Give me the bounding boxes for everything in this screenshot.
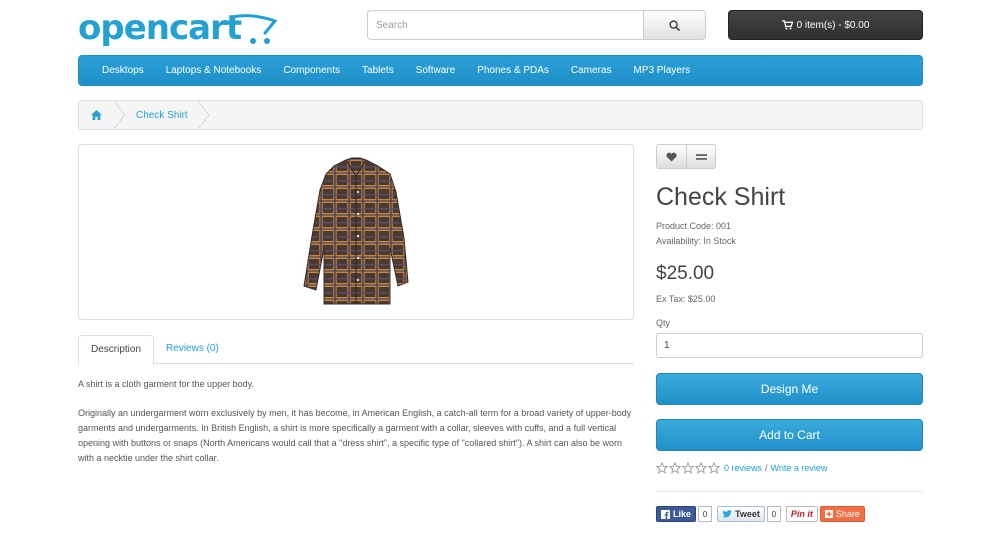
menu-item-components[interactable]: Components <box>272 55 351 86</box>
menu-item-cameras[interactable]: Cameras <box>560 55 623 86</box>
site-logo[interactable]: opencart <box>78 8 278 48</box>
compare-button[interactable] <box>686 144 716 169</box>
star-empty-icon <box>695 462 707 474</box>
menu-item-software[interactable]: Software <box>405 55 466 86</box>
product-rating: 0 reviews / Write a review <box>656 462 827 474</box>
qty-label: Qty <box>656 318 671 328</box>
tweet-count: 0 <box>766 506 781 522</box>
menu-item-tablets[interactable]: Tablets <box>351 55 405 86</box>
facebook-icon <box>661 509 670 519</box>
tweet-button[interactable]: Tweet <box>717 506 765 522</box>
menu-item-phones-pdas[interactable]: Phones & PDAs <box>466 55 560 86</box>
product-code: Product Code: 001 <box>656 221 732 231</box>
menu-item-desktops[interactable]: Desktops <box>91 55 155 86</box>
add-to-cart-button[interactable]: Add to Cart <box>656 419 923 451</box>
design-me-button[interactable]: Design Me <box>656 373 923 405</box>
search-button[interactable] <box>643 10 706 40</box>
product-availability: Availability: In Stock <box>656 236 736 246</box>
product-description: A shirt is a cloth garment for the upper… <box>78 377 634 480</box>
like-label: Like <box>673 509 692 519</box>
plus-icon <box>824 510 833 518</box>
product-actions <box>656 144 716 169</box>
product-ex-tax: Ex Tax: $25.00 <box>656 294 716 304</box>
search-input[interactable] <box>367 10 643 40</box>
star-empty-icon <box>682 462 694 474</box>
menu-item-mp3-players[interactable]: MP3 Players <box>622 55 701 86</box>
search-icon <box>669 19 680 31</box>
cart-button[interactable]: 0 item(s) - $0.00 <box>728 10 923 40</box>
search-bar <box>367 10 706 40</box>
tweet-label: Tweet <box>735 509 760 519</box>
review-separator: / <box>765 463 768 473</box>
star-empty-icon <box>669 462 681 474</box>
product-image[interactable] <box>78 144 634 320</box>
pinterest-button[interactable]: Pin it <box>785 506 818 522</box>
product-info: Product Code: 001 Availability: In Stock <box>656 219 736 249</box>
home-icon <box>91 110 102 120</box>
share-label: Share <box>835 509 860 519</box>
twitter-icon <box>722 510 732 518</box>
star-empty-icon <box>708 462 720 474</box>
breadcrumb-current[interactable]: Check Shirt <box>126 110 198 121</box>
tab-description[interactable]: Description <box>78 335 155 365</box>
main-menu: Desktops Laptops & Notebooks Components … <box>78 55 923 86</box>
addthis-share-button[interactable]: Share <box>819 506 865 522</box>
product-title: Check Shirt <box>656 183 786 211</box>
logo-cart-icon <box>231 14 278 44</box>
tab-reviews[interactable]: Reviews (0) <box>154 335 231 364</box>
product-tabs: Description Reviews (0) <box>78 335 634 365</box>
breadcrumb-separator <box>114 101 126 129</box>
compare-icon <box>695 153 707 160</box>
product-price: $25.00 <box>656 263 715 284</box>
like-count: 0 <box>698 506 713 522</box>
description-paragraph: A shirt is a cloth garment for the upper… <box>78 379 254 389</box>
menu-item-laptops-notebooks[interactable]: Laptops & Notebooks <box>155 55 273 86</box>
star-empty-icon <box>656 462 668 474</box>
divider <box>656 491 923 492</box>
logo-text: opencart <box>78 8 242 48</box>
cart-total: 0 item(s) - $0.00 <box>796 19 870 31</box>
qty-input[interactable] <box>656 333 923 358</box>
wishlist-button[interactable] <box>656 144 686 169</box>
social-share: Like 0 Tweet 0 Pin it Share <box>656 506 865 522</box>
description-paragraph: Originally an undergarment worn exclusiv… <box>78 408 632 463</box>
breadcrumb-separator <box>197 101 210 129</box>
check-shirt-image <box>303 157 409 305</box>
shopping-cart-icon <box>781 20 793 30</box>
pin-label: Pin it <box>790 509 813 519</box>
reviews-link[interactable]: 0 reviews <box>724 463 762 473</box>
breadcrumb: Check Shirt <box>78 100 923 130</box>
heart-icon <box>666 152 677 162</box>
breadcrumb-home[interactable] <box>79 101 114 129</box>
facebook-like-button[interactable]: Like <box>656 506 697 522</box>
write-review-link[interactable]: Write a review <box>771 463 828 473</box>
